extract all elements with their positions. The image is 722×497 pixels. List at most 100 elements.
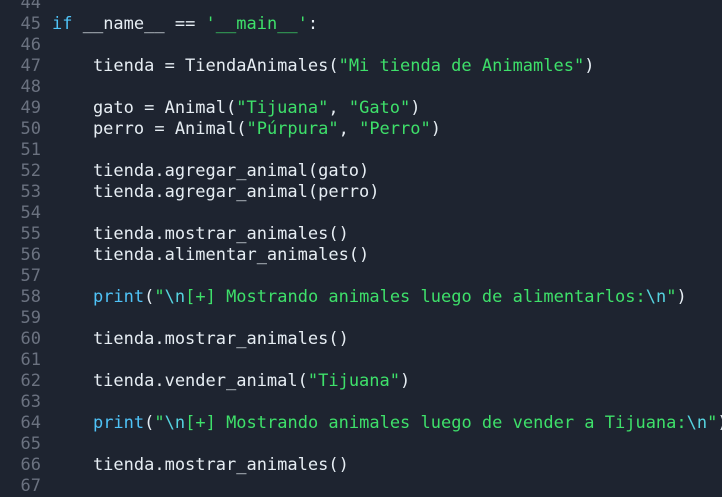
line-number: 53: [20, 182, 41, 202]
code-line[interactable]: 66 tienda.mostrar_animales(): [0, 455, 722, 476]
code-line[interactable]: 60 tienda.mostrar_animales(): [0, 329, 722, 350]
code-text: tienda.vender_animal("Tijuana"): [41, 371, 410, 392]
line-number: 48: [20, 77, 41, 97]
code-token: "Púrpura": [246, 119, 339, 139]
code-token: tienda.mostrar_animales(): [52, 329, 349, 349]
code-line[interactable]: 46: [0, 35, 722, 56]
line-number: 66: [20, 455, 41, 475]
code-line[interactable]: 62 tienda.vender_animal("Tijuana"): [0, 371, 722, 392]
code-line[interactable]: 51: [0, 140, 722, 161]
line-number: 51: [20, 140, 41, 160]
code-line[interactable]: 50 perro = Animal("Púrpura", "Perro"): [0, 119, 722, 140]
line-number: 64: [20, 413, 41, 433]
code-line[interactable]: 63: [0, 392, 722, 413]
code-token: ,: [328, 98, 349, 118]
code-text: print("\n[+] Mostrando animales luego de…: [41, 413, 722, 434]
code-line[interactable]: 59: [0, 308, 722, 329]
code-line[interactable]: 58 print(" \n[+] Mostrando animales luego…: [0, 287, 722, 308]
line-number: 52: [20, 161, 41, 181]
code-token: \n: [686, 413, 708, 433]
code-token: tienda.mostrar_animales(): [52, 224, 349, 244]
code-line[interactable]: 44: [0, 0, 722, 14]
code-token: tienda.agregar_animal(perro): [52, 182, 380, 202]
code-token: ): [717, 413, 722, 433]
code-token: '__main__': [205, 14, 308, 34]
code-token: [+] Mostrando animales luego de alimenta…: [185, 287, 646, 307]
code-token: [+] Mostrando animales luego de vender a…: [185, 413, 687, 433]
code-text: tienda.alimentar_animales(): [41, 245, 369, 266]
code-text: tienda.mostrar_animales(): [41, 329, 349, 350]
code-line[interactable]: 65: [0, 434, 722, 455]
code-token: tienda = TiendaAnimales(: [52, 56, 339, 76]
line-number: 46: [20, 35, 41, 55]
code-token: :: [307, 14, 319, 34]
code-text: gato = Animal("Tijuana", "Gato"): [41, 98, 421, 119]
code-text: print(" \n[+] Mostrando animales luego de…: [41, 287, 687, 308]
code-token: "Mi tienda de Animamles": [338, 56, 585, 76]
code-line[interactable]: 54: [0, 203, 722, 224]
code-token: ": [707, 413, 718, 433]
code-line[interactable]: 56 tienda.alimentar_animales(): [0, 245, 722, 266]
line-number: 61: [20, 350, 41, 370]
code-line[interactable]: 48: [0, 77, 722, 98]
line-number: 58: [20, 287, 41, 307]
line-number: 62: [20, 371, 41, 391]
code-token: ): [430, 119, 441, 139]
code-token: (: [144, 413, 155, 433]
code-token: tienda.agregar_animal(gato): [52, 161, 370, 181]
code-token: "Gato": [348, 98, 411, 118]
code-token: ": [154, 287, 165, 307]
code-text: tienda.agregar_animal(perro): [41, 182, 380, 203]
code-token: (: [144, 287, 155, 307]
code-token: ): [676, 287, 687, 307]
code-token: print: [92, 287, 145, 307]
line-number: 47: [20, 56, 41, 76]
code-text: tienda = TiendaAnimales("Mi tienda de An…: [41, 56, 595, 77]
line-number: 50: [20, 119, 41, 139]
line-number: 65: [20, 434, 41, 454]
code-line[interactable]: 57: [0, 266, 722, 287]
code-editor[interactable]: 44 45 if __name__ == '__main__': 46 47 tiend…: [0, 0, 722, 497]
code-token: ): [410, 98, 421, 118]
code-token: "Tijuana": [307, 371, 400, 391]
code-line[interactable]: 64 print("\n[+] Mostrando animales luego…: [0, 413, 722, 434]
code-token: "Perro": [359, 119, 431, 139]
code-token: print: [92, 413, 145, 433]
code-line[interactable]: 55 tienda.mostrar_animales(): [0, 224, 722, 245]
code-line[interactable]: 61: [0, 350, 722, 371]
code-token: \n: [164, 413, 186, 433]
line-number: 54: [20, 203, 41, 223]
code-line[interactable]: 45 if __name__ == '__main__':: [0, 14, 722, 35]
code-text: tienda.agregar_animal(gato): [41, 161, 369, 182]
code-text: tienda.mostrar_animales(): [41, 224, 349, 245]
code-token: tienda.vender_animal(: [52, 371, 308, 391]
line-number: 56: [20, 245, 41, 265]
code-token: "Tijuana": [236, 98, 329, 118]
code-line[interactable]: 52 tienda.agregar_animal(gato): [0, 161, 722, 182]
line-number: 57: [20, 266, 41, 286]
line-number: 59: [20, 308, 41, 328]
line-number: 60: [20, 329, 41, 349]
line-number: 67: [20, 476, 41, 496]
code-line[interactable]: 53 tienda.agregar_animal(perro): [0, 182, 722, 203]
code-text: tienda.mostrar_animales(): [41, 455, 349, 476]
code-line[interactable]: 67: [0, 476, 722, 497]
code-token: perro = Animal(: [52, 119, 247, 139]
code-line[interactable]: 47 tienda = TiendaAnimales("Mi tienda de…: [0, 56, 722, 77]
line-number: 44: [20, 0, 41, 13]
code-token: \n: [645, 287, 667, 307]
code-token: tienda.mostrar_animales(): [52, 455, 349, 475]
code-text: if __name__ == '__main__':: [41, 14, 318, 35]
code-line[interactable]: 49 gato = Animal("Tijuana", "Gato"): [0, 98, 722, 119]
